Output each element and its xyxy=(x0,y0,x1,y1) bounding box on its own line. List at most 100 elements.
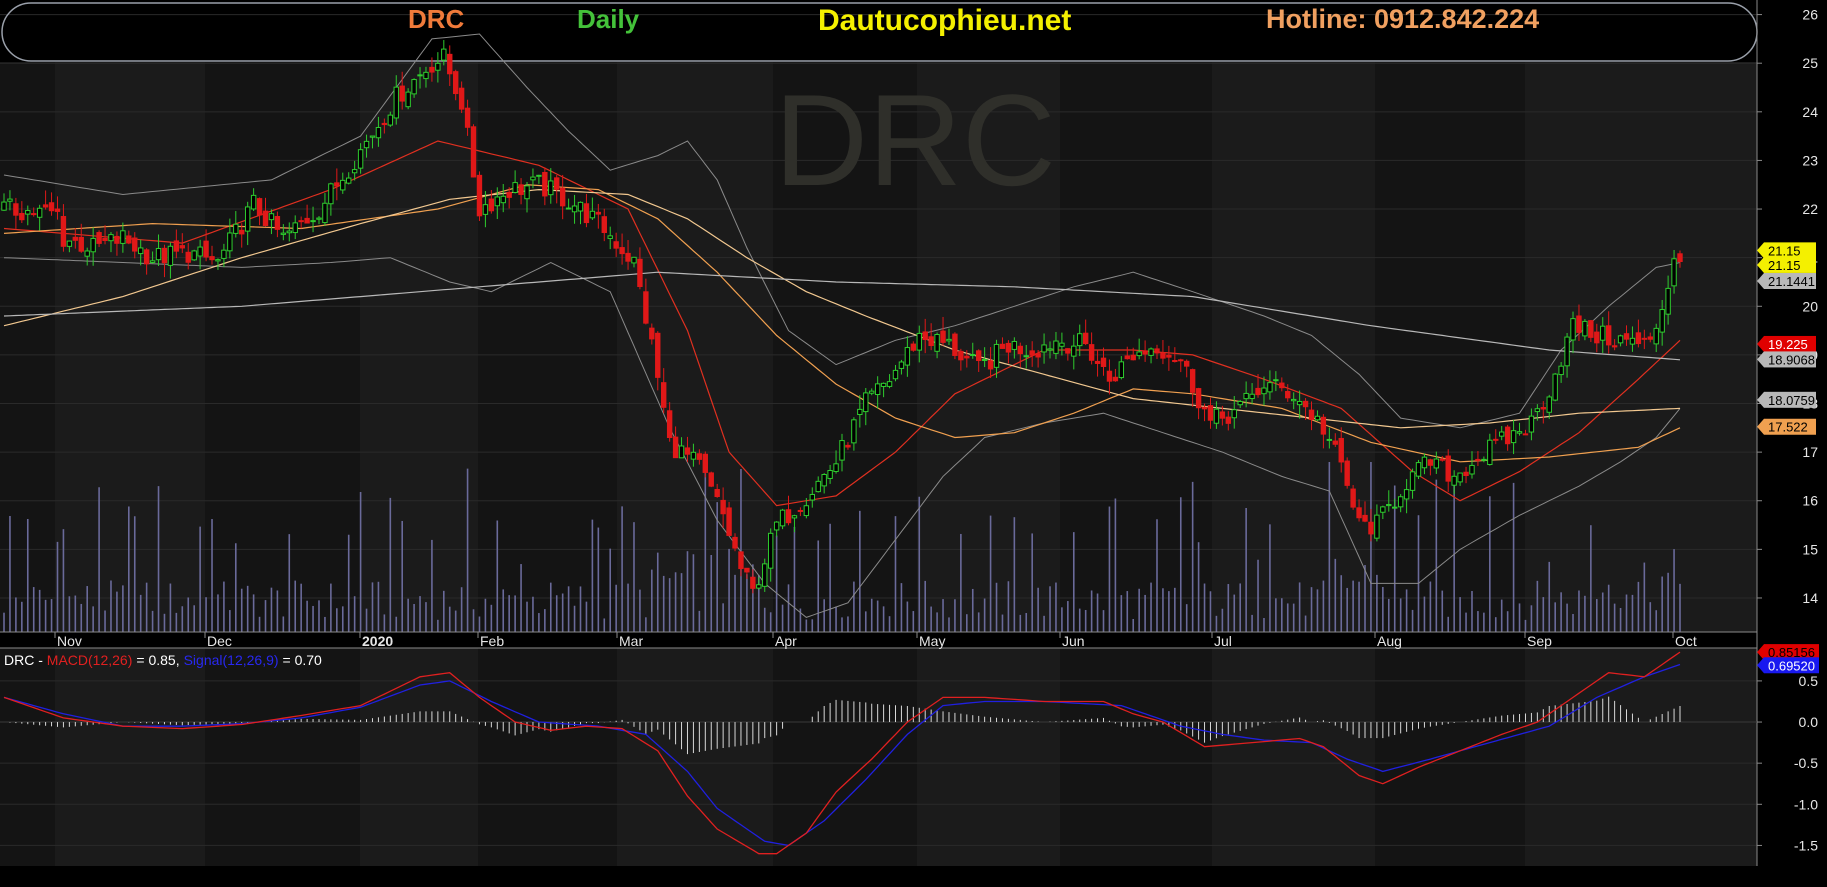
candle-body xyxy=(1201,406,1208,410)
candle-body xyxy=(84,250,90,257)
candle-body xyxy=(785,509,792,524)
candle-body xyxy=(1255,387,1261,396)
candle-body xyxy=(369,135,376,138)
candle-body xyxy=(1005,342,1012,353)
candle-body xyxy=(1641,337,1648,340)
candle-body xyxy=(631,256,637,264)
candle-body xyxy=(1,201,7,211)
date-tick-label: Feb xyxy=(480,633,504,649)
candle-body xyxy=(1041,344,1047,353)
candle-body xyxy=(1600,325,1606,341)
candle-body xyxy=(981,358,988,361)
candle-body xyxy=(554,177,560,190)
candle-body xyxy=(197,246,203,257)
candle-body xyxy=(340,179,346,191)
candle-body xyxy=(952,333,958,356)
candle-body xyxy=(250,194,257,210)
candle-body xyxy=(447,53,453,75)
candle-body xyxy=(435,62,441,71)
candle-body xyxy=(1320,416,1327,435)
candle-body xyxy=(1314,415,1321,421)
candle-body xyxy=(1427,459,1434,466)
candle-body xyxy=(1213,408,1220,424)
header-site: Dautucophieu.net xyxy=(818,4,1071,37)
date-tick-label: Jun xyxy=(1062,633,1085,649)
candle-body xyxy=(1065,348,1071,354)
candle-body xyxy=(1267,382,1273,393)
candle-body xyxy=(1130,354,1136,361)
candle-body xyxy=(1166,354,1172,358)
chart-canvas: DRC DRC Daily Dautucophieu.net Hotline: … xyxy=(0,0,1827,882)
candle-body xyxy=(488,198,495,212)
price-tick-label: 25 xyxy=(1802,55,1818,71)
candle-body xyxy=(1487,439,1493,465)
date-tick-label: Aug xyxy=(1377,633,1402,649)
candle-body xyxy=(1059,342,1065,347)
candle-body xyxy=(750,576,756,589)
candle-body xyxy=(779,509,786,527)
price-tick-label: 24 xyxy=(1802,104,1818,120)
candle-body xyxy=(423,71,429,80)
candle-body xyxy=(167,245,174,266)
candle-body xyxy=(809,493,815,501)
candle-body xyxy=(732,536,738,549)
candle-body xyxy=(1308,409,1315,420)
price-tick-label: 22 xyxy=(1802,201,1818,217)
candle-body xyxy=(1665,287,1671,315)
candle-body xyxy=(964,355,970,359)
candle-body xyxy=(1421,456,1428,469)
candle-body xyxy=(696,453,703,460)
macd-tick-label: 0.0 xyxy=(1799,714,1819,730)
candle-body xyxy=(1594,331,1600,344)
candle-body xyxy=(405,91,411,108)
candle-body xyxy=(102,237,108,241)
candle-body xyxy=(946,338,952,342)
candle-body xyxy=(1035,353,1041,358)
candle-body xyxy=(797,509,804,512)
candle-body xyxy=(1338,437,1344,463)
candle-body xyxy=(672,436,679,459)
candle-body xyxy=(1403,489,1410,500)
candle-body xyxy=(143,249,150,265)
candle-body xyxy=(90,237,96,253)
month-band xyxy=(617,62,773,632)
candle-body xyxy=(869,390,875,394)
candle-body xyxy=(1510,430,1517,444)
candle-body xyxy=(1552,373,1558,401)
candle-body xyxy=(1350,488,1356,508)
candle-body xyxy=(708,472,714,487)
candle-body xyxy=(1635,332,1642,345)
candle-body xyxy=(132,237,138,252)
price-label-text: 19.225 xyxy=(1768,337,1808,352)
price-label-text: 18.9068 xyxy=(1768,352,1815,367)
candle-body xyxy=(970,354,976,357)
candle-body xyxy=(928,336,934,347)
candle-body xyxy=(655,332,661,378)
candle-body xyxy=(1374,514,1380,539)
candle-body xyxy=(975,350,982,361)
candle-body xyxy=(892,369,899,380)
candle-body xyxy=(1178,359,1184,362)
candle-body xyxy=(726,507,732,536)
candle-body xyxy=(702,453,709,473)
candle-body xyxy=(1671,258,1677,287)
candle-body xyxy=(1088,344,1095,361)
date-tick-label: Nov xyxy=(57,633,82,649)
candle-body xyxy=(1326,438,1333,441)
candle-body xyxy=(690,451,697,460)
candle-body xyxy=(987,360,994,370)
candle-body xyxy=(1558,365,1564,376)
candle-body xyxy=(1617,335,1624,344)
candle-body xyxy=(203,240,209,258)
candle-body xyxy=(1564,336,1570,367)
candle-body xyxy=(1588,320,1594,338)
candle-body xyxy=(512,182,518,193)
candle-body xyxy=(542,171,548,197)
candle-body xyxy=(738,551,744,570)
month-band xyxy=(1525,62,1673,632)
candle-body xyxy=(851,419,857,444)
candle-body xyxy=(684,447,691,455)
candle-body xyxy=(393,86,399,119)
candle-body xyxy=(1290,398,1297,402)
candle-body xyxy=(649,327,655,340)
